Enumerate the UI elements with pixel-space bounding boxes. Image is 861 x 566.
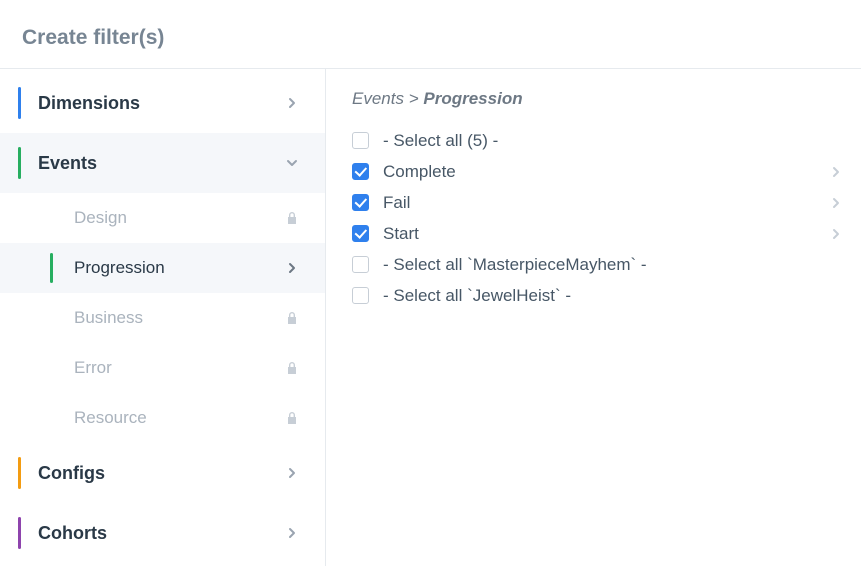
subitem-label: Resource [74,408,147,428]
chevron-down-icon [283,154,301,172]
option-label: - Select all (5) - [383,131,843,151]
subitem-label: Progression [74,258,165,278]
main-panel: Events > Progression - Select all (5) - … [326,69,861,566]
chevron-right-icon [283,259,301,277]
accent-bar [18,87,21,119]
chevron-right-icon [283,464,301,482]
category-label: Cohorts [38,523,107,544]
option-select-all-jewelheist[interactable]: - Select all `JewelHeist` - [352,280,843,311]
option-fail[interactable]: Fail [352,187,843,218]
sub-accent [50,403,53,433]
lock-icon [283,359,301,377]
category-label: Dimensions [38,93,140,114]
subitem-design[interactable]: Design [0,193,325,243]
checkbox[interactable] [352,225,369,242]
option-start[interactable]: Start [352,218,843,249]
checkbox[interactable] [352,132,369,149]
subitem-label: Design [74,208,127,228]
chevron-right-icon [829,228,843,240]
category-dimensions[interactable]: Dimensions [0,73,325,133]
dialog-title: Create filter(s) [0,18,861,68]
checkbox[interactable] [352,256,369,273]
category-label: Events [38,153,97,174]
chevron-right-icon [283,524,301,542]
sidebar: Dimensions Events Design [0,69,326,566]
subitem-error[interactable]: Error [0,343,325,393]
dialog-body: Dimensions Events Design [0,68,861,566]
subitem-label: Business [74,308,143,328]
sub-accent [50,303,53,333]
option-list: - Select all (5) - Complete Fail [352,125,843,311]
sub-accent [50,203,53,233]
option-label: Fail [383,193,829,213]
option-complete[interactable]: Complete [352,156,843,187]
accent-bar [18,147,21,179]
lock-icon [283,309,301,327]
sub-accent [50,253,53,283]
option-label: - Select all `MasterpieceMayhem` - [383,255,843,275]
breadcrumb-sep: > [409,89,419,108]
category-events[interactable]: Events [0,133,325,193]
option-label: Complete [383,162,829,182]
checkbox[interactable] [352,194,369,211]
subitem-business[interactable]: Business [0,293,325,343]
subitem-progression[interactable]: Progression [0,243,325,293]
chevron-right-icon [283,94,301,112]
lock-icon [283,409,301,427]
lock-icon [283,209,301,227]
category-configs[interactable]: Configs [0,443,325,503]
category-label: Configs [38,463,105,484]
breadcrumb-root[interactable]: Events [352,89,404,108]
accent-bar [18,457,21,489]
option-label: Start [383,224,829,244]
chevron-right-icon [829,197,843,209]
subitem-resource[interactable]: Resource [0,393,325,443]
sub-accent [50,353,53,383]
checkbox[interactable] [352,287,369,304]
breadcrumb: Events > Progression [352,89,843,109]
option-label: - Select all `JewelHeist` - [383,286,843,306]
filter-dialog: Create filter(s) Dimensions Events [0,0,861,566]
category-cohorts[interactable]: Cohorts [0,503,325,563]
events-subitems: Design Progression Business [0,193,325,443]
chevron-right-icon [829,166,843,178]
option-select-all-masterpiecemayhem[interactable]: - Select all `MasterpieceMayhem` - [352,249,843,280]
option-select-all[interactable]: - Select all (5) - [352,125,843,156]
breadcrumb-current: Progression [423,89,522,108]
subitem-label: Error [74,358,112,378]
checkbox[interactable] [352,163,369,180]
accent-bar [18,517,21,549]
